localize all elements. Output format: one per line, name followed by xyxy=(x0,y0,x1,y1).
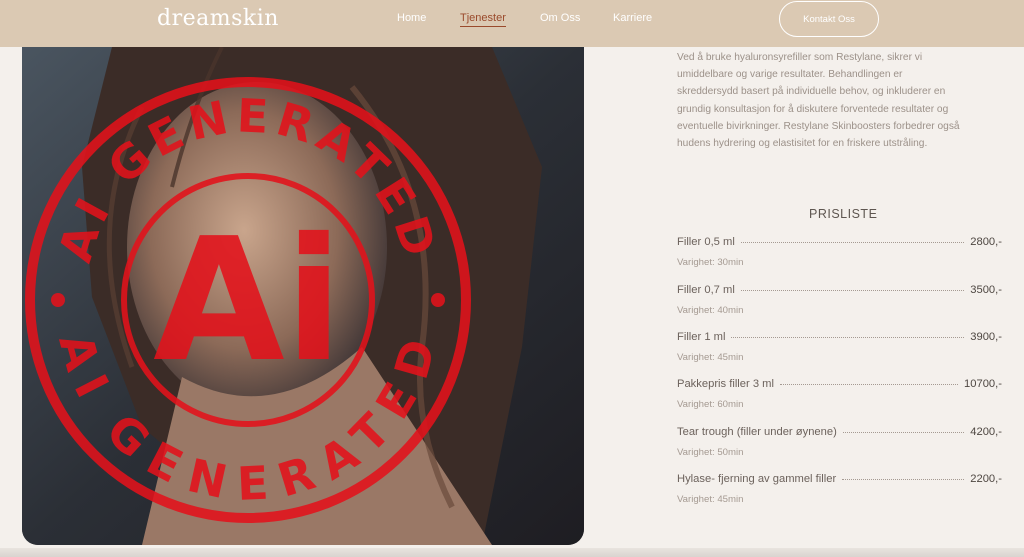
price-item-duration: Varighet: 50min xyxy=(677,447,744,458)
price-item-price: 10700,- xyxy=(964,378,1002,390)
nav-tjenester[interactable]: Tjenester xyxy=(460,12,506,27)
stamp-center-text: Ai xyxy=(153,202,343,400)
stamp-dot-left xyxy=(51,293,65,307)
dotted-leader xyxy=(740,241,965,243)
contact-button[interactable]: Kontakt Oss xyxy=(779,1,879,37)
nav-karriere[interactable]: Karriere xyxy=(613,12,652,24)
price-list-title: PRISLISTE xyxy=(809,207,878,221)
hero-image: AI GENERATED AI GENERATED Ai xyxy=(22,47,584,545)
stamp-dot-right xyxy=(431,293,445,307)
price-item-price: 4200,- xyxy=(970,426,1002,438)
price-row: Filler 1 ml 3900,- Varighet: 45min xyxy=(677,329,1002,371)
price-item-price: 3900,- xyxy=(970,331,1002,343)
price-item-name: Filler 1 ml xyxy=(677,331,726,343)
price-item-name: Pakkepris filler 3 ml xyxy=(677,378,774,390)
site-header: dreamskin Home Tjenester Om Oss Karriere… xyxy=(0,0,1024,47)
dotted-leader xyxy=(842,478,965,480)
nav-om-oss[interactable]: Om Oss xyxy=(540,12,580,24)
price-item-price: 2200,- xyxy=(970,473,1002,485)
price-row: Pakkepris filler 3 ml 10700,- Varighet: … xyxy=(677,376,1002,418)
price-item-duration: Varighet: 45min xyxy=(677,352,744,363)
nav-home[interactable]: Home xyxy=(397,12,426,24)
price-item-duration: Varighet: 45min xyxy=(677,494,744,505)
dotted-leader xyxy=(731,336,965,338)
price-item-name: Filler 0,7 ml xyxy=(677,284,735,296)
price-row: Filler 0,7 ml 3500,- Varighet: 40min xyxy=(677,282,1002,324)
logo[interactable]: dreamskin xyxy=(157,6,279,31)
price-item-price: 2800,- xyxy=(970,236,1002,248)
dotted-leader xyxy=(842,431,965,433)
price-item-name: Hylase- fjerning av gammel filler xyxy=(677,473,837,485)
price-row: Tear trough (filler under øynene) 4200,-… xyxy=(677,424,1002,466)
treatment-description: Ved å bruke hyaluronsyrefiller som Resty… xyxy=(677,52,960,150)
price-item-name: Filler 0,5 ml xyxy=(677,236,735,248)
price-row: Hylase- fjerning av gammel filler 2200,-… xyxy=(677,471,1002,513)
page-bottom-edge xyxy=(0,548,1024,557)
price-row: Filler 0,5 ml 2800,- Varighet: 30min xyxy=(677,234,1002,276)
dotted-leader xyxy=(740,289,965,291)
price-item-name: Tear trough (filler under øynene) xyxy=(677,426,837,438)
dotted-leader xyxy=(779,383,959,385)
price-item-duration: Varighet: 40min xyxy=(677,305,744,316)
price-item-duration: Varighet: 30min xyxy=(677,257,744,268)
price-item-duration: Varighet: 60min xyxy=(677,399,744,410)
price-item-price: 3500,- xyxy=(970,284,1002,296)
